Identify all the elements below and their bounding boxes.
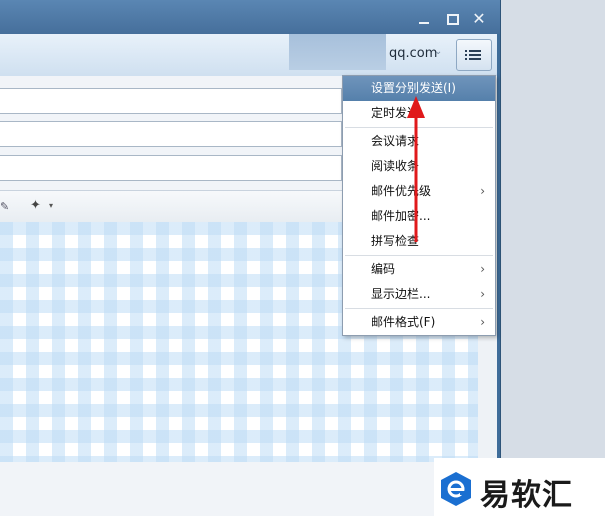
annotation-arrow-icon (407, 96, 425, 242)
brand-logo-icon (441, 472, 471, 506)
brand-name: 易软汇 (480, 478, 573, 513)
watermark-logo: 易软汇 (434, 458, 605, 516)
